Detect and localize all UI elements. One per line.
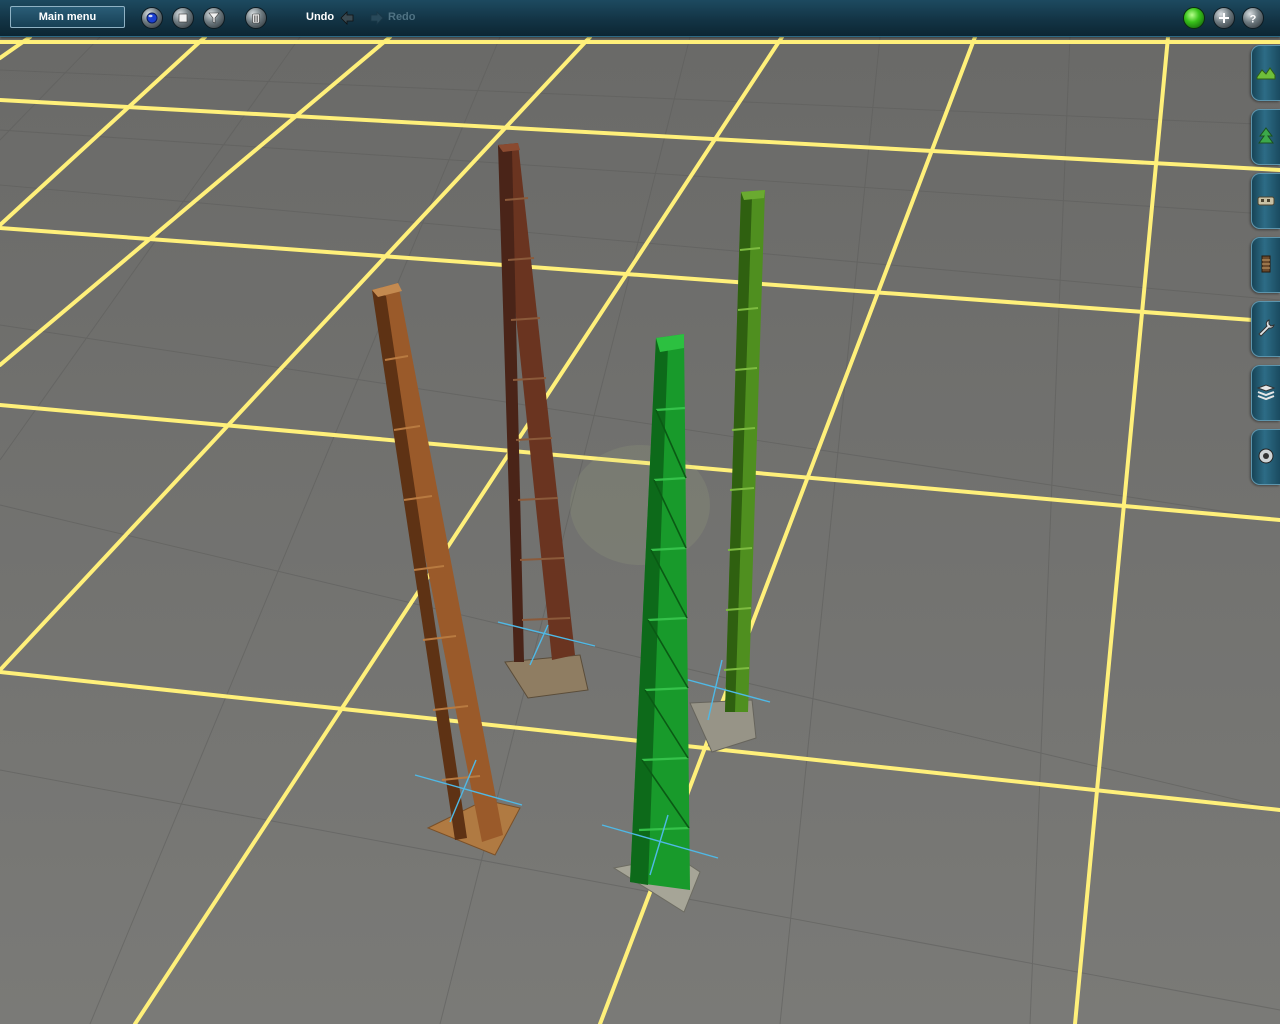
help-icon[interactable]: ? xyxy=(1242,7,1264,29)
svg-text:?: ? xyxy=(1250,14,1257,25)
redo-arrow-icon xyxy=(370,11,384,25)
side-tab-layers[interactable] xyxy=(1251,365,1280,421)
side-tab-settings[interactable] xyxy=(1251,429,1280,485)
scene-canvas[interactable] xyxy=(0,37,1280,1024)
side-tab-terrain[interactable] xyxy=(1251,45,1280,101)
undo-button[interactable]: Undo xyxy=(306,11,334,23)
layers-icon xyxy=(1256,384,1276,401)
top-toolbar: Main menu Undo Redo ? xyxy=(0,0,1280,37)
status-light-icon[interactable] xyxy=(1183,7,1205,29)
side-tab-tools[interactable] xyxy=(1251,301,1280,357)
tools-icon xyxy=(1258,319,1275,337)
undo-arrow-icon[interactable] xyxy=(339,10,355,26)
side-tab-railroad[interactable] xyxy=(1251,237,1280,293)
redo-button: Redo xyxy=(388,11,416,23)
side-tab-track[interactable] xyxy=(1251,173,1280,229)
trash-icon[interactable] xyxy=(245,7,267,29)
terrain-icon xyxy=(1256,67,1276,80)
globe-icon[interactable] xyxy=(141,7,163,29)
side-tab-scenery[interactable] xyxy=(1251,109,1280,165)
settings-icon xyxy=(1258,448,1274,464)
main-menu-button[interactable]: Main menu xyxy=(10,6,125,28)
filter-icon[interactable] xyxy=(203,7,225,29)
world-viewport[interactable] xyxy=(0,37,1280,1024)
railroad-object-icon xyxy=(1261,255,1271,273)
track-icon xyxy=(1257,196,1275,206)
stop-icon[interactable] xyxy=(172,7,194,29)
object-ghost xyxy=(570,445,710,565)
scenery-icon xyxy=(1258,127,1274,144)
add-icon[interactable] xyxy=(1213,7,1235,29)
